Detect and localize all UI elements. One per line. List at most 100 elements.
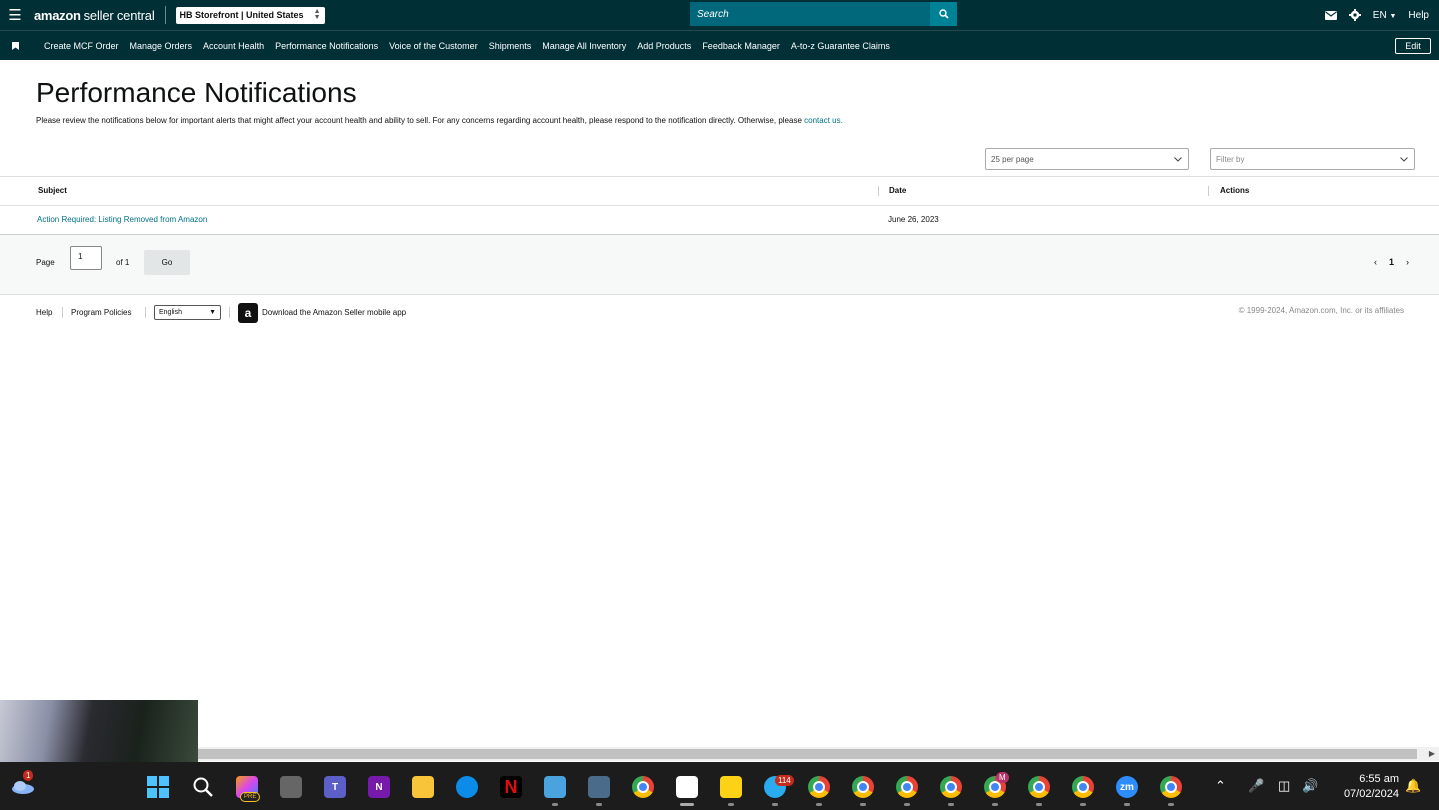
windows-start-icon[interactable] (147, 776, 169, 798)
nav-item-feedback-manager[interactable]: Feedback Manager (702, 41, 780, 51)
chrome-profile-icon[interactable] (1160, 776, 1182, 798)
page-number-input[interactable]: 1 (70, 246, 102, 270)
page-title: Performance Notifications (36, 77, 357, 108)
notepad-icon[interactable] (544, 776, 566, 798)
search-icon[interactable] (192, 776, 214, 798)
sticky-notes-icon[interactable] (720, 776, 742, 798)
nav-item-voice-of-customer[interactable]: Voice of the Customer (389, 41, 478, 51)
profile-initial-badge: M (996, 772, 1009, 783)
chrome-profile-icon[interactable] (808, 776, 830, 798)
notification-date: June 26, 2023 (888, 215, 939, 224)
current-page[interactable]: 1 (1389, 257, 1394, 267)
table-header: Subject Date Actions (0, 177, 1439, 206)
chevron-left-icon[interactable]: ‹ (1374, 257, 1377, 267)
per-page-select[interactable]: 25 per page (985, 148, 1189, 170)
chrome-profile-icon[interactable] (1028, 776, 1050, 798)
seller-central-logo[interactable]: amazon seller central (30, 0, 155, 30)
nav-bar: Create MCF Order Manage Orders Account H… (0, 30, 1439, 60)
nav-item-account-health[interactable]: Account Health (203, 41, 264, 51)
volume-icon[interactable]: 🔊 (1302, 778, 1318, 794)
clock-time: 6:55 am (1359, 773, 1399, 785)
running-indicator (772, 803, 778, 806)
menu-icon[interactable]: ☰ (0, 0, 30, 30)
network-icon[interactable]: ◫ (1278, 778, 1290, 794)
video-thumbnail[interactable] (0, 700, 198, 762)
running-indicator (728, 803, 734, 806)
chevron-down-icon (1174, 156, 1182, 162)
nav-item-create-mcf-order[interactable]: Create MCF Order (44, 41, 119, 51)
nav-item-manage-orders[interactable]: Manage Orders (130, 41, 193, 51)
chrome-profile-icon[interactable] (940, 776, 962, 798)
snipping-tool-icon[interactable] (676, 776, 698, 798)
amazon-app-icon[interactable]: a (238, 303, 258, 323)
scroll-right-icon[interactable]: ▶ (1429, 749, 1435, 758)
footer-language-select[interactable]: English ▼ (154, 305, 221, 320)
calculator-icon[interactable] (588, 776, 610, 798)
running-indicator (552, 803, 558, 806)
pagination-bar: Page 1 of 1 Go ‹ 1 › (0, 235, 1439, 295)
search-button[interactable] (930, 2, 957, 26)
running-indicator (860, 803, 866, 806)
page-footer: Help Program Policies English ▼ a Downlo… (0, 303, 1439, 323)
chrome-profile-icon[interactable] (896, 776, 918, 798)
netflix-icon[interactable]: N (500, 776, 522, 798)
chevron-down-icon: ▼ (1389, 12, 1397, 20)
search-bar: Search (690, 2, 957, 26)
language-menu[interactable]: EN ▼ (1373, 10, 1397, 21)
nav-item-add-products[interactable]: Add Products (637, 41, 691, 51)
teams-icon[interactable]: T (324, 776, 346, 798)
notifications-table: Subject Date Actions Action Required: Li… (0, 176, 1439, 235)
per-page-value: 25 per page (991, 154, 1034, 164)
gear-icon[interactable] (1348, 9, 1361, 21)
nav-item-a-to-z-claims[interactable]: A-to-z Guarantee Claims (791, 41, 890, 51)
column-header-actions: Actions (1220, 186, 1250, 195)
running-indicator (1036, 803, 1042, 806)
task-view-icon[interactable] (280, 776, 302, 798)
page-label: Page (36, 258, 55, 267)
nav-item-performance-notifications[interactable]: Performance Notifications (275, 41, 378, 51)
nav-item-shipments[interactable]: Shipments (489, 41, 532, 51)
footer-divider (229, 307, 230, 318)
store-selector[interactable]: HB Storefront | United States ▲ ▼ (175, 6, 325, 24)
search-input[interactable]: Search (690, 2, 930, 26)
column-header-date[interactable]: Date (889, 186, 906, 195)
taskbar: 1 PRE T N N 114 M zm ⌃ 🎤 ◫ 🔊 6:55 am 07/… (0, 762, 1439, 810)
scrollbar-thumb[interactable] (198, 749, 1417, 759)
onenote-icon[interactable]: N (368, 776, 390, 798)
chrome-icon[interactable] (632, 776, 654, 798)
page-count-label: of 1 (116, 258, 130, 267)
zoom-icon[interactable]: zm (1116, 776, 1138, 798)
running-indicator (904, 803, 910, 806)
program-policies-link[interactable]: Program Policies (71, 308, 131, 317)
chrome-profile-icon[interactable] (852, 776, 874, 798)
store-selector-label: HB Storefront | United States (179, 10, 304, 20)
system-clock[interactable]: 6:55 am 07/02/2024 (1344, 772, 1399, 802)
chevron-right-icon[interactable]: › (1406, 257, 1409, 267)
table-row: Action Required: Listing Removed from Am… (0, 206, 1439, 235)
filter-select[interactable]: Filter by (1210, 148, 1415, 170)
go-button[interactable]: Go (144, 250, 190, 275)
copilot-preview-badge: PRE (240, 792, 261, 802)
horizontal-scrollbar[interactable]: ▶ (198, 747, 1439, 761)
column-divider (878, 186, 879, 196)
microphone-icon[interactable]: 🎤 (1248, 778, 1264, 794)
contact-us-link[interactable]: contact us. (804, 116, 843, 125)
bookmark-icon[interactable] (0, 41, 30, 50)
file-explorer-icon[interactable] (412, 776, 434, 798)
nav-items: Create MCF Order Manage Orders Account H… (30, 41, 890, 51)
show-hidden-icons-icon[interactable]: ⌃ (1215, 778, 1226, 794)
edit-nav-button[interactable]: Edit (1395, 38, 1431, 54)
chrome-profile-icon[interactable] (1072, 776, 1094, 798)
nav-item-manage-inventory[interactable]: Manage All Inventory (542, 41, 626, 51)
column-header-subject[interactable]: Subject (38, 186, 67, 195)
notification-subject-link[interactable]: Action Required: Listing Removed from Am… (37, 215, 207, 224)
weather-icon[interactable] (10, 776, 36, 798)
footer-help-link[interactable]: Help (36, 308, 52, 317)
edge-icon[interactable] (456, 776, 478, 798)
notification-bell-icon[interactable]: 🔔 (1405, 778, 1421, 794)
footer-divider (62, 307, 63, 318)
mail-icon[interactable] (1324, 10, 1337, 20)
page-intro: Please review the notifications below fo… (36, 116, 843, 125)
download-app-link[interactable]: Download the Amazon Seller mobile app (262, 308, 406, 317)
help-link[interactable]: Help (1408, 10, 1429, 21)
